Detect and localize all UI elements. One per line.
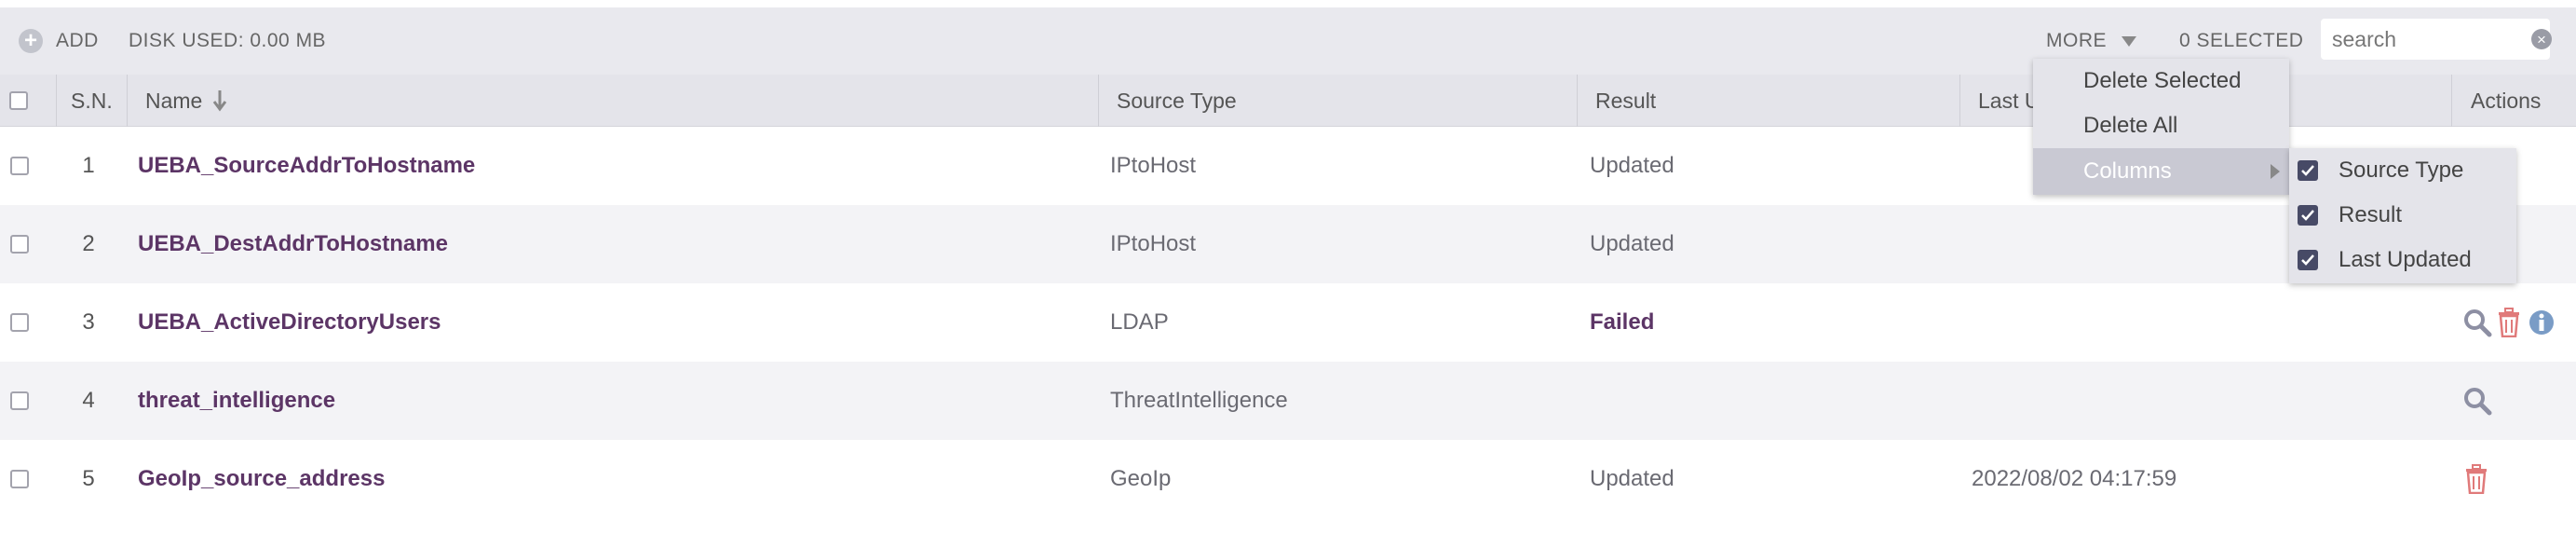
row-actions — [2462, 362, 2492, 440]
trash-icon[interactable] — [2463, 464, 2489, 494]
row-actions — [2462, 283, 2556, 362]
sort-down-arrow-icon — [211, 89, 228, 113]
row-result: Updated — [1590, 466, 1674, 491]
table-row[interactable]: 2 UEBA_DestAddrToHostname IPtoHost Updat… — [0, 205, 2576, 283]
column-header-sn[interactable]: S.N. — [71, 75, 113, 127]
table-row[interactable]: 4 threat_intelligence ThreatIntelligence — [0, 362, 2576, 440]
row-sn: 3 — [82, 309, 95, 335]
column-divider — [56, 75, 57, 127]
row-checkbox[interactable] — [10, 157, 29, 175]
row-source-type: IPtoHost — [1110, 153, 1197, 178]
column-divider — [1959, 75, 1960, 127]
row-checkbox[interactable] — [10, 235, 29, 254]
column-toggle-label: Last Updated — [2339, 247, 2472, 272]
select-all-checkbox[interactable] — [9, 91, 28, 110]
column-divider — [1577, 75, 1578, 127]
clear-search-icon[interactable]: × — [2531, 29, 2552, 49]
caret-down-icon — [2122, 35, 2136, 47]
row-last-updated: 2022/08/02 04:17:59 — [1972, 466, 2177, 491]
column-toggle-source-type[interactable]: Source Type — [2289, 148, 2516, 193]
add-button[interactable]: + ADD — [19, 7, 99, 75]
checkbox-checked-icon[interactable] — [2298, 250, 2318, 270]
menu-item-columns[interactable]: Columns — [2033, 148, 2289, 195]
disk-used-text: DISK USED: 0.00 MB — [129, 30, 327, 51]
row-result: Updated — [1590, 153, 1674, 178]
column-toggle-result[interactable]: Result — [2289, 193, 2516, 238]
row-name-link[interactable]: GeoIp_source_address — [138, 440, 385, 518]
selected-count-text: 0 SELECTED — [2179, 30, 2304, 51]
row-checkbox[interactable] — [10, 391, 29, 410]
row-select-cell — [10, 127, 29, 205]
table-row[interactable]: 3 UEBA_ActiveDirectoryUsers LDAP Failed — [0, 283, 2576, 362]
row-result-failed: Failed — [1590, 309, 1655, 335]
row-sn: 4 — [82, 388, 95, 413]
column-divider — [2451, 75, 2452, 127]
column-toggle-label: Source Type — [2339, 158, 2464, 183]
row-checkbox[interactable] — [10, 470, 29, 488]
menu-item-columns-label: Columns — [2083, 158, 2172, 184]
row-source-type: ThreatIntelligence — [1110, 388, 1288, 413]
column-header-source-type[interactable]: Source Type — [1117, 75, 1237, 127]
column-header-result[interactable]: Result — [1595, 75, 1656, 127]
row-actions — [2463, 440, 2489, 518]
row-select-cell — [10, 440, 29, 518]
column-header-last-updated[interactable]: Last U — [1978, 75, 2040, 127]
column-header-actions: Actions — [2471, 88, 2542, 113]
row-name-link[interactable]: UEBA_DestAddrToHostname — [138, 205, 448, 283]
columns-submenu: Source Type Result Last Updated — [2289, 148, 2516, 283]
row-select-cell — [10, 362, 29, 440]
column-toggle-label: Result — [2339, 202, 2403, 227]
row-select-cell — [10, 283, 29, 362]
trash-icon[interactable] — [2496, 308, 2522, 337]
menu-item-delete-selected[interactable]: Delete Selected — [2033, 59, 2289, 103]
row-result: Updated — [1590, 231, 1674, 256]
menu-item-delete-all[interactable]: Delete All — [2033, 103, 2289, 148]
column-header-name[interactable]: Name — [145, 75, 228, 127]
row-source-type: IPtoHost — [1110, 231, 1197, 256]
row-checkbox[interactable] — [10, 313, 29, 332]
table-row[interactable]: 5 GeoIp_source_address GeoIp Updated 202… — [0, 440, 2576, 518]
disk-used-indicator: DISK USED: 0.00 MB — [129, 7, 326, 75]
plus-circle-icon: + — [19, 29, 43, 53]
info-icon[interactable] — [2528, 309, 2556, 336]
search-input[interactable] — [2321, 19, 2550, 60]
chevron-right-icon — [2271, 164, 2280, 179]
row-sn: 1 — [82, 153, 95, 178]
row-select-cell — [10, 205, 29, 283]
select-all-cell — [9, 75, 28, 127]
search-icon[interactable] — [2462, 308, 2492, 337]
row-name-link[interactable]: threat_intelligence — [138, 362, 335, 440]
column-header-name-label: Name — [145, 88, 203, 113]
row-source-type: GeoIp — [1110, 466, 1172, 491]
column-toggle-last-updated[interactable]: Last Updated — [2289, 238, 2516, 282]
checkbox-checked-icon[interactable] — [2298, 160, 2318, 181]
row-sn: 2 — [82, 231, 95, 256]
row-name-link[interactable]: UEBA_SourceAddrToHostname — [138, 127, 475, 205]
row-sn: 5 — [82, 466, 95, 491]
row-source-type: LDAP — [1110, 309, 1169, 335]
column-divider — [1098, 75, 1099, 127]
more-dropdown-menu: Delete Selected Delete All Columns — [2033, 59, 2289, 195]
row-name-link[interactable]: UEBA_ActiveDirectoryUsers — [138, 283, 441, 362]
search-icon[interactable] — [2462, 386, 2492, 416]
more-label: MORE — [2046, 30, 2107, 51]
add-label: ADD — [56, 30, 99, 51]
column-divider — [127, 75, 128, 127]
checkbox-checked-icon[interactable] — [2298, 205, 2318, 226]
